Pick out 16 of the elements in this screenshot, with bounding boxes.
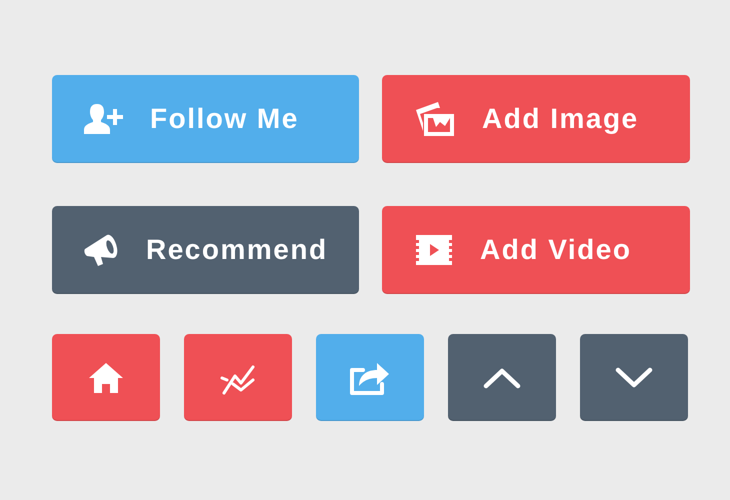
- user-plus-icon: [84, 102, 124, 136]
- action-button[interactable]: Add Image: [382, 75, 690, 163]
- home-icon: [88, 362, 124, 394]
- chevron-up-icon: [483, 366, 521, 388]
- megaphone-icon: [84, 233, 120, 267]
- icon-button[interactable]: [580, 334, 688, 421]
- icon-button[interactable]: [448, 334, 556, 421]
- film-icon: [414, 233, 454, 267]
- icon-button[interactable]: [52, 334, 160, 421]
- icon-button[interactable]: [184, 334, 292, 421]
- chevron-down-icon: [615, 366, 653, 388]
- action-button[interactable]: Follow Me: [52, 75, 359, 163]
- images-icon: [414, 100, 456, 138]
- action-button[interactable]: Recommend: [52, 206, 359, 294]
- icon-button[interactable]: [316, 334, 424, 421]
- action-button[interactable]: Add Video: [382, 206, 690, 294]
